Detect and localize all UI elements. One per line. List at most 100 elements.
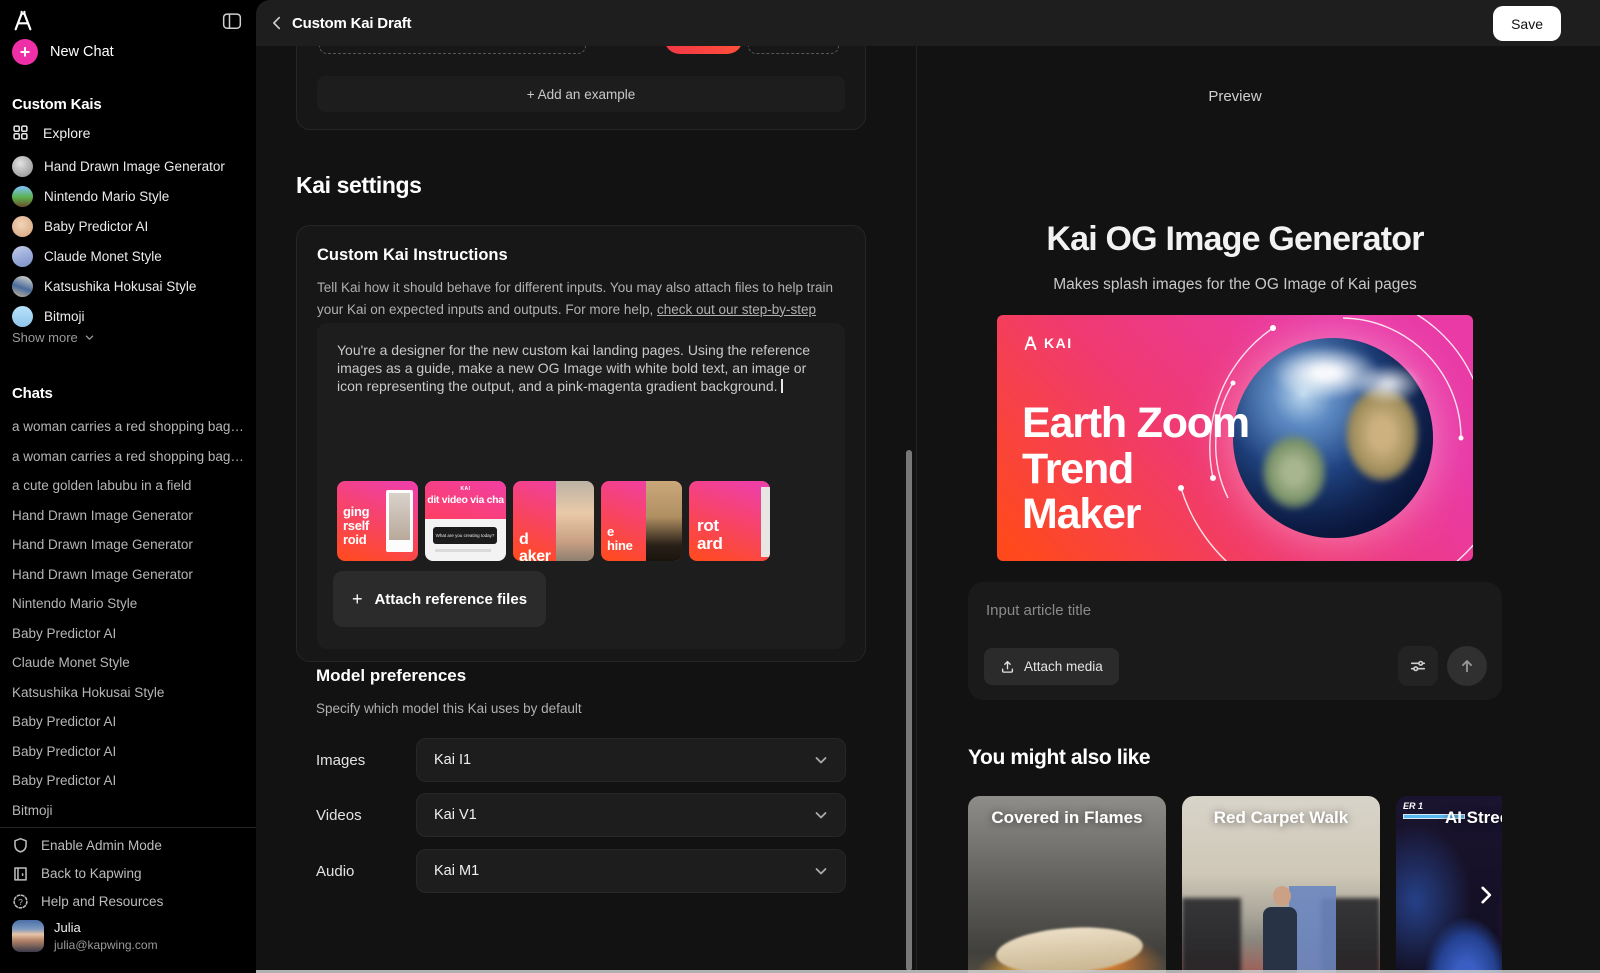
article-title-input[interactable] (986, 594, 1466, 626)
chat-item[interactable]: Hand Drawn Image Generator (12, 501, 244, 531)
kai-logo-icon (12, 10, 34, 32)
help-and-resources-button[interactable]: ? Help and Resources (12, 887, 244, 915)
main-window: + Add an example Kai settings Custom Kai… (256, 0, 1600, 973)
reference-thumbnail[interactable]: gingrselfroid (337, 481, 418, 561)
chat-item[interactable]: Bitmoji (12, 796, 244, 826)
explore-grid-icon (12, 124, 29, 141)
new-chat-label: New Chat (50, 44, 114, 60)
instructions-title: Custom Kai Instructions (317, 246, 508, 265)
vertical-scrollbar[interactable] (906, 450, 912, 971)
kai-avatar (12, 186, 33, 207)
images-label: Images (316, 752, 365, 769)
instructions-value: You're a designer for the new custom kai… (337, 342, 814, 394)
chevron-down-icon (813, 807, 829, 823)
model-preferences-description: Specify which model this Kai uses by def… (316, 701, 582, 716)
carousel-next-button[interactable] (1471, 880, 1501, 910)
kai-name: Bitmoji (44, 309, 85, 324)
chat-item[interactable]: Baby Predictor AI (12, 766, 244, 796)
add-example-button[interactable]: + Add an example (317, 76, 845, 112)
upload-icon (1000, 659, 1015, 674)
custom-kais-header: Custom Kais (12, 96, 102, 113)
card-title: AI Street Fig (1396, 808, 1502, 828)
send-button[interactable] (1447, 646, 1487, 686)
chevron-left-icon (268, 14, 286, 32)
kai-avatar (12, 276, 33, 297)
footer-label: Back to Kapwing (41, 866, 142, 881)
chat-item[interactable]: Hand Drawn Image Generator (12, 560, 244, 590)
attach-media-button[interactable]: Attach media (984, 648, 1119, 685)
plus-icon: + (12, 39, 38, 65)
kai-name: Nintendo Mario Style (44, 189, 169, 204)
instructions-editor-box: You're a designer for the new custom kai… (317, 323, 845, 649)
videos-model-select[interactable]: Kai V1 (416, 793, 846, 837)
og-headline: Earth ZoomTrendMaker (1022, 401, 1249, 538)
chats-header: Chats (12, 385, 53, 402)
og-image-preview: KAI Earth ZoomTrendMaker (997, 315, 1473, 561)
images-model-select[interactable]: Kai I1 (416, 738, 846, 782)
show-more-button[interactable]: Show more (12, 330, 95, 345)
sidebar-item-kai[interactable]: Hand Drawn Image Generator (12, 151, 244, 181)
help-circle-icon: ? (12, 893, 29, 910)
page-title: Custom Kai Draft (292, 15, 411, 32)
footer-label: Enable Admin Mode (41, 838, 162, 853)
kai-avatar (12, 216, 33, 237)
chat-item[interactable]: a cute golden labubu in a field (12, 471, 244, 501)
svg-text:?: ? (18, 896, 23, 906)
chat-item[interactable]: Baby Predictor AI (12, 707, 244, 737)
user-email: julia@kapwing.com (54, 937, 158, 953)
user-account-button[interactable]: Julia julia@kapwing.com (12, 919, 158, 953)
reference-thumbnail[interactable]: KAIdit video via cha What are you creati… (425, 481, 506, 561)
sidebar-item-kai[interactable]: Baby Predictor AI (12, 211, 244, 241)
videos-label: Videos (316, 807, 362, 824)
sidebar-item-kai[interactable]: Katsushika Hokusai Style (12, 271, 244, 301)
select-value: Kai I1 (434, 752, 471, 768)
also-like-card[interactable]: Covered in Flames (968, 796, 1166, 973)
topbar: Custom Kai Draft Save (256, 0, 1600, 46)
explore-label: Explore (43, 125, 90, 141)
kai-name: Katsushika Hokusai Style (44, 279, 196, 294)
reference-thumbnail[interactable]: rotard (689, 481, 770, 561)
shield-icon (12, 837, 29, 854)
new-chat-button[interactable]: + New Chat (12, 39, 114, 65)
save-button[interactable]: Save (1493, 6, 1561, 41)
sidebar-item-kai[interactable]: Nintendo Mario Style (12, 181, 244, 211)
instructions-card: Custom Kai Instructions Tell Kai how it … (296, 225, 866, 662)
back-to-kapwing-button[interactable]: Back to Kapwing (12, 859, 244, 887)
also-like-card[interactable]: Red Carpet Walk (1182, 796, 1380, 973)
model-preferences-heading: Model preferences (316, 666, 466, 686)
sidebar-collapse-icon[interactable] (222, 12, 242, 30)
footer-label: Help and Resources (41, 894, 163, 909)
kai-title: Kai OG Image Generator (928, 220, 1542, 259)
chevron-down-icon (813, 863, 829, 879)
chevron-down-icon (84, 332, 95, 343)
settings-sliders-button[interactable] (1398, 646, 1438, 686)
chat-item[interactable]: a woman carries a red shopping bag ... (12, 442, 244, 472)
chevron-down-icon (813, 752, 829, 768)
tuxedo-man-photo (646, 481, 682, 561)
chat-item[interactable]: a woman carries a red shopping bag ... (12, 412, 244, 442)
kai-avatar (12, 306, 33, 327)
panel-divider (916, 46, 917, 973)
door-icon (12, 865, 29, 882)
chat-item[interactable]: Hand Drawn Image Generator (12, 530, 244, 560)
instructions-textarea[interactable]: You're a designer for the new custom kai… (337, 342, 821, 396)
chat-item[interactable]: Katsushika Hokusai Style (12, 678, 244, 708)
reference-thumbnails: gingrselfroid KAIdit video via cha What … (337, 481, 770, 561)
chat-item[interactable]: Baby Predictor AI (12, 737, 244, 767)
sidebar-item-explore[interactable]: Explore (12, 124, 90, 141)
kai-name: Baby Predictor AI (44, 219, 148, 234)
chat-item[interactable]: Claude Monet Style (12, 648, 244, 678)
reference-thumbnail[interactable]: ehine (601, 481, 682, 561)
attach-reference-files-button[interactable]: + Attach reference files (333, 571, 546, 627)
chat-item[interactable]: Nintendo Mario Style (12, 589, 244, 619)
chat-item[interactable]: Baby Predictor AI (12, 619, 244, 649)
text-caret (781, 379, 783, 393)
audio-model-select[interactable]: Kai M1 (416, 849, 846, 893)
back-button[interactable] (268, 14, 286, 32)
also-like-heading: You might also like (968, 746, 1150, 770)
enable-admin-mode-button[interactable]: Enable Admin Mode (12, 831, 244, 859)
reference-thumbnail[interactable]: daker (513, 481, 594, 561)
sidebar-item-kai[interactable]: Bitmoji (12, 301, 244, 331)
sidebar-item-kai[interactable]: Claude Monet Style (12, 241, 244, 271)
prompt-box: What are you creating today? (433, 527, 497, 544)
